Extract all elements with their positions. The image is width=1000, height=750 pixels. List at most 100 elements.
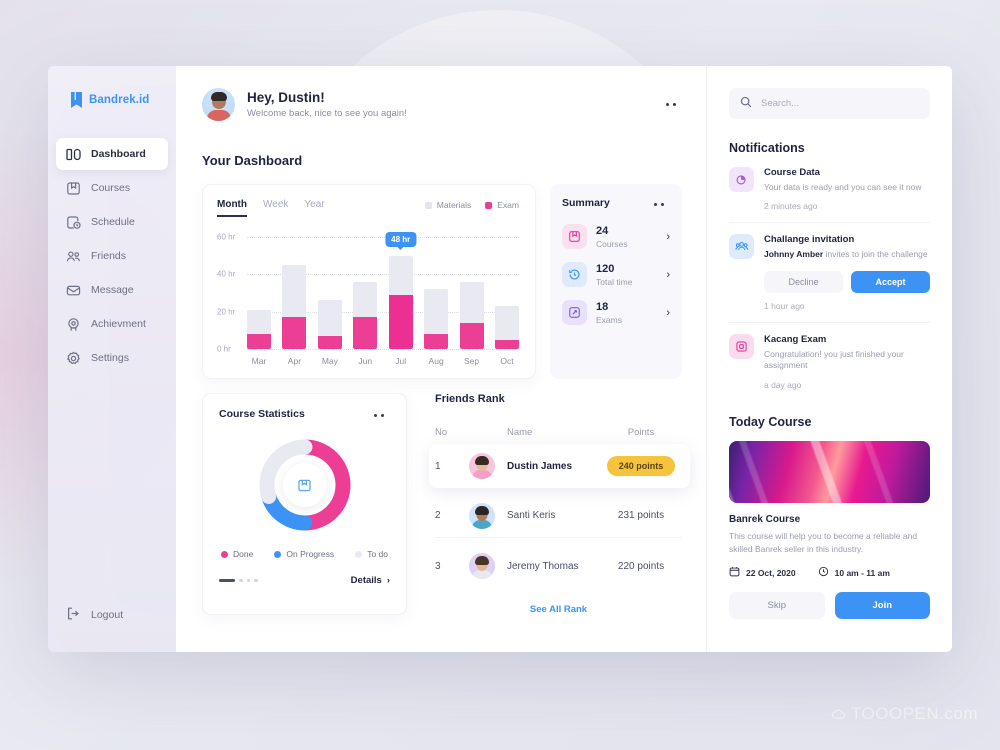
calendar-icon (729, 566, 740, 579)
bar-jul[interactable]: 48 hr (385, 231, 417, 349)
sidebar-item-achievment[interactable]: Achievment (56, 308, 168, 340)
table-row[interactable]: 1 Dustin James 240 points (429, 444, 690, 488)
details-button[interactable]: Details › (351, 575, 390, 586)
sidebar-item-settings[interactable]: Settings (56, 342, 168, 374)
bar-segment-materials (459, 281, 484, 323)
bar-may[interactable] (317, 237, 342, 349)
see-all-rank-link[interactable]: See All Rank (435, 604, 682, 615)
chart-toolbar: Month Week Year Materials Exam (217, 199, 519, 217)
tab-year[interactable]: Year (304, 199, 324, 217)
course-meta: 22 Oct, 2020 10 am - 11 am (729, 566, 930, 579)
bar-jun[interactable] (353, 237, 378, 349)
book-icon (70, 92, 83, 108)
summary-item-exams[interactable]: 18 Exams › (562, 300, 670, 326)
chart-legend: Materials Exam (424, 199, 519, 210)
friends-rank-title: Friends Rank (435, 393, 505, 405)
sidebar-item-dashboard[interactable]: Dashboard (56, 138, 168, 170)
right-panel: Notifications Course Data Your data is r… (706, 66, 952, 652)
notification-desc: Your data is ready and you can see it no… (764, 182, 922, 192)
table-row[interactable]: 2 Santi Keris 231 points (435, 494, 682, 538)
column-header-name: Name (507, 427, 533, 438)
brand[interactable]: Bandrek.id (48, 92, 176, 108)
avatar (469, 502, 495, 529)
sidebar-item-schedule[interactable]: Schedule (56, 206, 168, 238)
decline-button[interactable]: Decline (764, 270, 843, 293)
course-statistics-title: Course Statistics (219, 408, 305, 420)
bar-chart-plot: 60 hr 40 hr 20 hr 0 hr 48 hr (217, 231, 519, 354)
chevron-right-icon: › (666, 268, 670, 281)
book-icon (66, 181, 81, 196)
bar-tooltip: 48 hr (385, 231, 417, 247)
table-row[interactable]: 3 Jeremy Thomas 220 points (435, 544, 682, 588)
logout-button[interactable]: Logout (56, 600, 133, 630)
summary-label: Exams (596, 314, 622, 325)
legend-swatch (424, 201, 432, 209)
summary-item-courses[interactable]: 24 Courses › (562, 224, 670, 250)
bar-segment-materials (282, 265, 307, 318)
x-tick-label: May (321, 356, 338, 366)
chevron-right-icon: › (666, 306, 670, 319)
logout-icon (66, 606, 81, 624)
bar-mar[interactable] (247, 237, 271, 349)
summary-title: Summary (562, 197, 610, 209)
notification-item-challenge[interactable]: Challange invitation Johnny Amber invite… (729, 234, 930, 323)
main-column: Hey, Dustin! Welcome back, nice to see y… (176, 66, 706, 652)
legend-label: On Progress (286, 549, 335, 560)
course-statistics-menu-button[interactable] (368, 408, 390, 423)
bar-segment-exam (388, 294, 413, 349)
x-tick-label: Mar (251, 356, 267, 366)
bar-aug[interactable] (424, 237, 449, 349)
join-button[interactable]: Join (834, 592, 930, 620)
avatar (469, 553, 495, 579)
bar-apr[interactable] (282, 237, 307, 349)
y-axis: 60 hr 40 hr 20 hr 0 hr (217, 233, 247, 354)
notification-title: Course Data (764, 167, 820, 178)
avatar[interactable] (202, 88, 235, 121)
summary-label: Total time (596, 276, 633, 287)
tab-week[interactable]: Week (263, 199, 288, 217)
donut-chart (219, 433, 390, 537)
y-tick-label: 20 hr (217, 307, 236, 317)
bar-segment-exam (247, 334, 271, 349)
tab-month[interactable]: Month (217, 199, 247, 217)
skip-button[interactable]: Skip (729, 592, 825, 620)
history-clock-icon (562, 262, 587, 288)
logout-label: Logout (91, 609, 124, 621)
header-menu-button[interactable] (660, 97, 682, 112)
friends-rank-header: No Name Points (435, 427, 682, 438)
sidebar-item-courses[interactable]: Courses (56, 172, 168, 204)
summary-value: 120 (596, 262, 615, 275)
summary-value: 24 (596, 224, 609, 237)
cloud-icon (831, 708, 846, 719)
summary-menu-button[interactable] (648, 197, 670, 212)
carousel-pagination[interactable] (219, 578, 258, 583)
accept-button[interactable]: Accept (851, 270, 930, 293)
summary-card: Summary 24 Courses › 120 Total time › 18… (550, 184, 682, 379)
notification-title: Kacang Exam (764, 333, 827, 345)
page-subtitle: Welcome back, nice to see you again! (247, 108, 407, 119)
book-icon (562, 224, 587, 250)
dashboard-heading: Your Dashboard (202, 153, 303, 168)
legend-exam: Exam (485, 200, 519, 210)
bar-segment-exam (459, 322, 484, 349)
summary-item-total-time[interactable]: 120 Total time › (562, 262, 670, 288)
legend-done: Done (221, 549, 253, 559)
watermark: TOOOPEN.com (831, 704, 978, 724)
bar-oct[interactable] (494, 237, 519, 349)
bar-segment-materials (494, 306, 519, 340)
notification-item-kacang-exam[interactable]: Kacang Exam Congratulation! you just fin… (729, 333, 930, 401)
notification-item-course-data[interactable]: Course Data Your data is ready and you c… (729, 167, 930, 224)
sidebar-item-friends[interactable]: Friends (56, 240, 168, 272)
sidebar-item-message[interactable]: Message (56, 274, 168, 306)
people-icon (66, 249, 81, 264)
bar-segment-exam (353, 317, 378, 349)
course-actions: Skip Join (729, 592, 930, 620)
rank-number: 3 (435, 560, 441, 572)
search-input[interactable] (761, 98, 919, 109)
page-title: Hey, Dustin! (247, 90, 325, 105)
bar-sep[interactable] (459, 237, 484, 349)
search-bar[interactable] (729, 88, 930, 119)
points-badge: 240 points (606, 456, 676, 476)
sidebar-item-label: Courses (91, 182, 131, 194)
summary-label: Courses (596, 238, 628, 249)
